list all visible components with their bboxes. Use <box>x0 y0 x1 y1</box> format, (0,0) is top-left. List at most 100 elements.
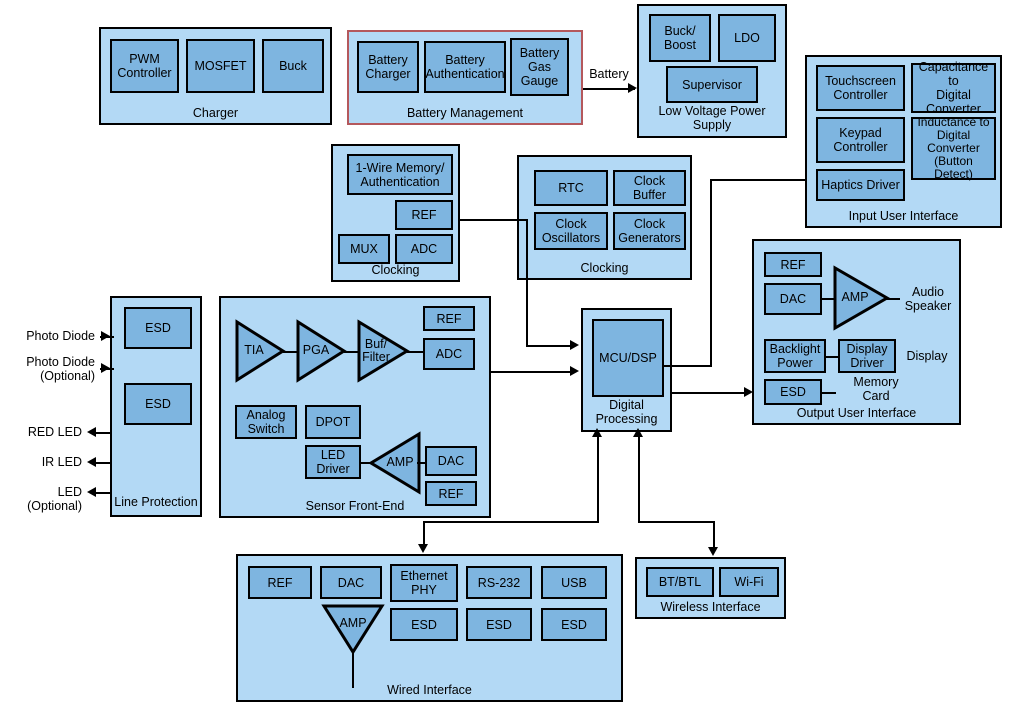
block-wired-ref: REF <box>248 566 312 599</box>
group-label-charger: Charger <box>192 106 239 120</box>
group-label-digital-processing: Digital Processing <box>595 398 658 426</box>
group-low-voltage-power-supply: Buck/ Boost LDO Supervisor Low Voltage P… <box>637 4 787 138</box>
block-rtc: RTC <box>534 170 608 206</box>
label-led-optional: LED (Optional) <box>27 485 82 513</box>
group-battery-management: Battery Charger Battery Authentication B… <box>347 30 583 125</box>
block-battery-charger: Battery Charger <box>357 41 419 93</box>
block-clock-buffer: Clock Buffer <box>613 170 686 206</box>
block-esd-1: ESD <box>124 307 192 349</box>
line-ir-led <box>96 462 112 464</box>
block-wired-esd-3: ESD <box>541 608 607 641</box>
block-wired-esd-1: ESD <box>390 608 458 641</box>
block-keypad-controller: Keypad Controller <box>816 117 905 163</box>
line-red-led <box>96 432 112 434</box>
line-mcu-to-iui-c <box>710 179 807 181</box>
block-rs232: RS-232 <box>466 566 532 599</box>
block-clocking-adc: ADC <box>395 234 453 264</box>
arrowhead-battery <box>628 83 637 93</box>
block-ethernet-phy: Ethernet PHY <box>390 564 458 602</box>
amplifier-pga-label: PGA <box>302 343 330 357</box>
block-touchscreen-controller: Touchscreen Controller <box>816 65 905 111</box>
arrowhead-wired-to-mcu <box>592 428 602 437</box>
block-capacitance-to-digital-converter: Capacitance to Digital Converter <box>911 60 996 116</box>
block-clocking-ref: REF <box>395 200 453 230</box>
label-audio-speaker: Audio Speaker <box>904 285 952 313</box>
line-mcu-wireless-up <box>638 434 640 522</box>
group-label-clocking-memory: Clocking <box>371 263 420 277</box>
group-line-protection: ESD ESD Line Protection <box>110 296 202 517</box>
label-photo-diode: Photo Diode <box>26 329 95 343</box>
block-haptics-driver: Haptics Driver <box>816 169 905 201</box>
amplifier-wired-amp: AMP <box>321 604 385 655</box>
arrowhead-photo-diode-optional <box>101 363 110 373</box>
label-red-led: RED LED <box>27 425 82 439</box>
amplifier-audio-amp-label: AMP <box>841 290 869 304</box>
block-mosfet: MOSFET <box>186 39 255 93</box>
block-bt-btl: BT/BTL <box>646 567 714 597</box>
block-led-driver: LED Driver <box>305 445 361 479</box>
group-label-wireless-interface: Wireless Interface <box>660 600 761 614</box>
arrowhead-photo-diode <box>101 331 110 341</box>
line-clocking-memory-out <box>460 219 528 221</box>
block-battery-authentication: Battery Authentication <box>424 41 506 93</box>
block-oui-esd: ESD <box>764 379 822 405</box>
arrowhead-red-led <box>87 427 96 437</box>
block-diagram-canvas: PWM Controller MOSFET Buck Charger Batte… <box>0 0 1014 706</box>
line-mcu-wired-h <box>423 521 599 523</box>
arrowhead-mcu-to-wireless <box>708 547 718 556</box>
line-esd-memorycard <box>820 392 836 394</box>
group-digital-processing: MCU/DSP Digital Processing <box>581 308 672 432</box>
line-mcu-wired-up <box>597 434 599 522</box>
block-backlight-power: Backlight Power <box>764 339 826 373</box>
block-sfe-adc: ADC <box>423 338 475 370</box>
line-mcu-wireless-h <box>638 521 714 523</box>
group-clocking: RTC Clock Buffer Clock Oscillators Clock… <box>517 155 692 280</box>
line-tia-pga <box>283 351 297 353</box>
amplifier-audio-amp: AMP <box>833 265 891 331</box>
block-inductance-to-digital-converter: Inductance to Digital Converter (Button … <box>911 116 996 181</box>
block-oui-ref: REF <box>764 252 822 277</box>
group-label-output-user-interface: Output User Interface <box>796 406 917 420</box>
line-sfe-to-mcu <box>491 371 575 373</box>
label-display: Display <box>906 349 948 363</box>
line-led-optional <box>96 492 112 494</box>
block-mux: MUX <box>338 234 390 264</box>
block-mcu-dsp: MCU/DSP <box>592 319 664 397</box>
block-dpot: DPOT <box>305 405 361 439</box>
block-buck: Buck <box>262 39 324 93</box>
group-output-user-interface: REF DAC AMP Audio Speaker Backlight Powe… <box>752 239 961 425</box>
line-pga-buf <box>344 351 358 353</box>
block-analog-switch: Analog Switch <box>235 405 297 439</box>
group-clocking-memory: 1-Wire Memory/ Authentication REF MUX AD… <box>331 144 460 282</box>
label-ir-led: IR LED <box>41 455 82 469</box>
block-clock-oscillators: Clock Oscillators <box>534 212 608 250</box>
arrowhead-sfe-to-mcu <box>570 366 579 376</box>
label-photo-diode-optional: Photo Diode (Optional) <box>26 355 95 383</box>
label-memory-card: Memory Card <box>853 375 899 403</box>
block-usb: USB <box>541 566 607 599</box>
line-wireless-drop <box>713 521 715 550</box>
arrowhead-wireless-to-mcu <box>633 428 643 437</box>
amplifier-amp-label: AMP <box>386 455 414 469</box>
block-ldo: LDO <box>718 14 776 62</box>
block-esd-2: ESD <box>124 383 192 425</box>
arrowhead-clocking-to-mcu <box>570 340 579 350</box>
block-sfe-dac: DAC <box>425 446 477 476</box>
group-label-clocking: Clocking <box>580 261 629 275</box>
amplifier-pga: PGA <box>296 319 347 383</box>
group-label-sensor-front-end: Sensor Front-End <box>305 499 405 513</box>
block-display-driver: Display Driver <box>838 339 896 373</box>
block-wifi: Wi-Fi <box>719 567 779 597</box>
group-label-input-user-interface: Input User Interface <box>848 209 959 223</box>
group-charger: PWM Controller MOSFET Buck Charger <box>99 27 332 125</box>
amplifier-wired-amp-label: AMP <box>339 616 367 630</box>
line-clocking-memory-drop <box>526 219 528 346</box>
label-battery: Battery <box>589 67 629 81</box>
block-clock-generators: Clock Generators <box>613 212 686 250</box>
amplifier-buf-filter: Buf/ Filter <box>357 319 410 383</box>
block-oui-dac: DAC <box>764 283 822 315</box>
line-mcu-to-oui <box>671 392 749 394</box>
arrowhead-mcu-to-wired <box>418 544 428 553</box>
line-mcu-to-iui-a <box>662 365 712 367</box>
amplifier-buf-filter-label: Buf/ Filter <box>362 337 390 364</box>
